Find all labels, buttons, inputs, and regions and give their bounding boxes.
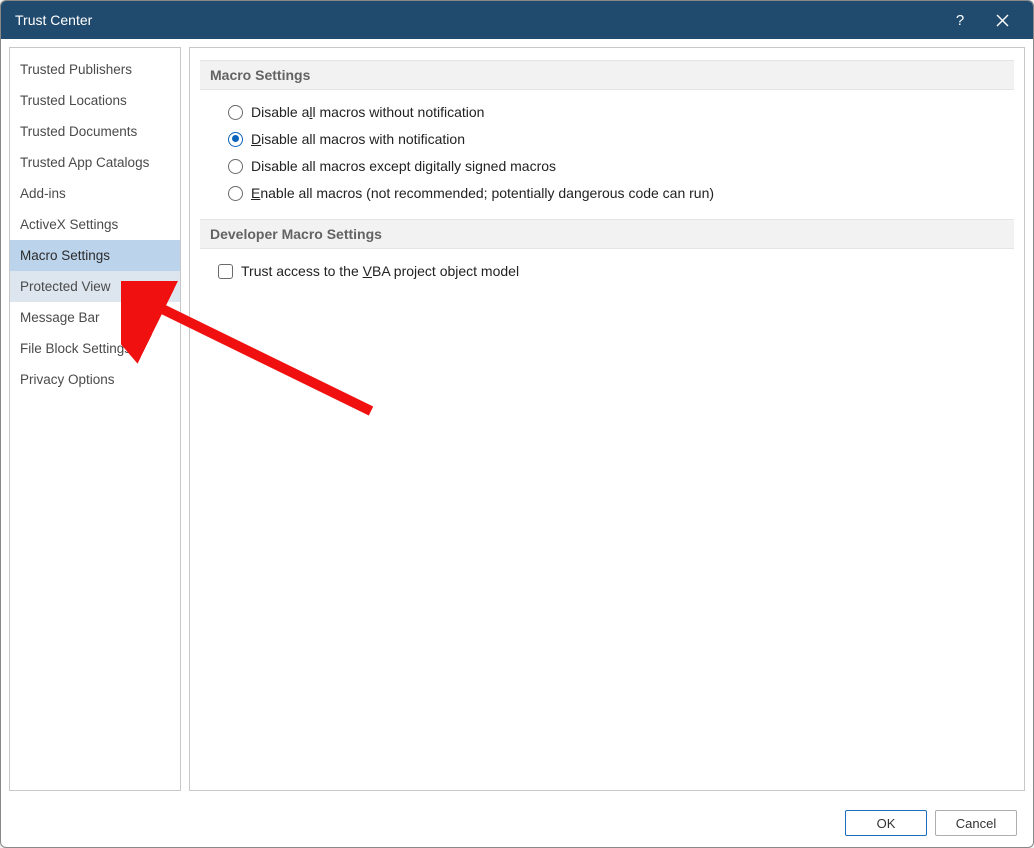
radio-icon (228, 159, 243, 174)
radio-icon (228, 186, 243, 201)
radio-label: Enable all macros (not recommended; pote… (251, 185, 714, 201)
sidebar-item-trusted-publishers[interactable]: Trusted Publishers (10, 54, 180, 85)
sidebar-item-trusted-app-catalogs[interactable]: Trusted App Catalogs (10, 147, 180, 178)
checkbox-label: Trust access to the VBA project object m… (241, 263, 519, 279)
content-pane: Macro Settings Disable all macros withou… (189, 47, 1025, 791)
cancel-button[interactable]: Cancel (935, 810, 1017, 836)
radio-label: Disable all macros with notification (251, 131, 465, 147)
trust-center-dialog: Trust Center ? Trusted Publishers Truste… (0, 0, 1034, 848)
sidebar-item-activex-settings[interactable]: ActiveX Settings (10, 209, 180, 240)
radio-label: Disable all macros without notification (251, 104, 484, 120)
sidebar-item-protected-view[interactable]: Protected View (10, 271, 180, 302)
close-icon (996, 14, 1009, 27)
dialog-footer: OK Cancel (1, 799, 1033, 847)
sidebar-item-macro-settings[interactable]: Macro Settings (10, 240, 180, 271)
ok-button[interactable]: OK (845, 810, 927, 836)
radio-icon (228, 105, 243, 120)
window-title: Trust Center (15, 12, 939, 28)
macro-radio-group: Disable all macros without notification … (200, 104, 1014, 201)
help-icon: ? (956, 12, 964, 29)
section-developer-macro-settings: Developer Macro Settings (200, 219, 1014, 249)
radio-disable-with-notification[interactable]: Disable all macros with notification (228, 131, 1014, 147)
radio-enable-all[interactable]: Enable all macros (not recommended; pote… (228, 185, 1014, 201)
radio-disable-no-notification[interactable]: Disable all macros without notification (228, 104, 1014, 120)
titlebar: Trust Center ? (1, 1, 1033, 39)
close-button[interactable] (981, 1, 1023, 39)
checkbox-trust-vba[interactable]: Trust access to the VBA project object m… (200, 263, 1014, 279)
sidebar-item-add-ins[interactable]: Add-ins (10, 178, 180, 209)
sidebar-item-file-block-settings[interactable]: File Block Settings (10, 333, 180, 364)
radio-disable-except-signed[interactable]: Disable all macros except digitally sign… (228, 158, 1014, 174)
help-button[interactable]: ? (939, 1, 981, 39)
sidebar: Trusted Publishers Trusted Locations Tru… (9, 47, 181, 791)
sidebar-item-message-bar[interactable]: Message Bar (10, 302, 180, 333)
sidebar-item-trusted-locations[interactable]: Trusted Locations (10, 85, 180, 116)
radio-label: Disable all macros except digitally sign… (251, 158, 556, 174)
radio-icon (228, 132, 243, 147)
section-macro-settings: Macro Settings (200, 60, 1014, 90)
checkbox-icon (218, 264, 233, 279)
sidebar-item-privacy-options[interactable]: Privacy Options (10, 364, 180, 395)
dialog-body: Trusted Publishers Trusted Locations Tru… (1, 39, 1033, 799)
sidebar-item-trusted-documents[interactable]: Trusted Documents (10, 116, 180, 147)
